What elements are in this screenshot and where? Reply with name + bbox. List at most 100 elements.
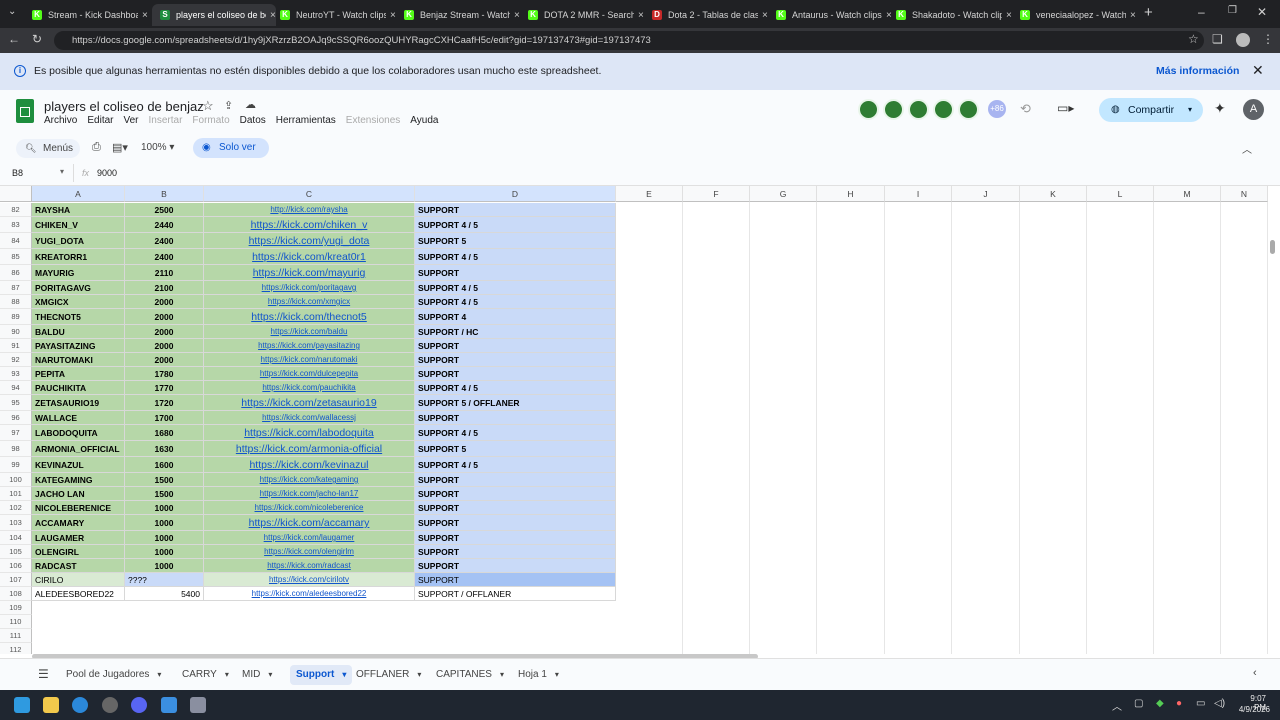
row-header[interactable]: 88 [0,295,32,309]
kick-link-cell[interactable]: https://kick.com/narutomaki [204,353,415,367]
mmr-cell[interactable]: 2000 [125,353,204,367]
vertical-scrollbar[interactable] [1270,240,1275,254]
sheet-tab-dropdown-icon[interactable]: ▾ [342,670,346,679]
back-icon[interactable]: ← [8,32,20,46]
kick-link-cell[interactable]: https://kick.com/chiken_v [204,217,415,233]
tab-close-icon[interactable]: × [390,10,396,21]
mmr-cell[interactable]: 2400 [125,233,204,249]
kick-link-cell[interactable]: https://kick.com/baldu [204,325,415,339]
row-header[interactable]: 87 [0,281,32,295]
row-header[interactable]: 90 [0,325,32,339]
clock-date[interactable]: 4/9/2026 [1230,705,1270,714]
column-header-m[interactable]: M [1154,186,1221,202]
kick-link-cell[interactable]: https://kick.com/pauchikita [204,381,415,395]
player-name-cell[interactable]: KATEGAMING [32,473,125,487]
menu-editar[interactable]: Editar [87,115,113,126]
mmr-cell[interactable]: 1700 [125,411,204,425]
tab-close-icon[interactable]: × [1130,10,1136,21]
mmr-cell[interactable]: 1500 [125,473,204,487]
kick-link-cell[interactable]: https://kick.com/nicoleberenice [204,501,415,515]
minimize-icon[interactable]: – [1198,5,1205,19]
doc-title[interactable]: players el coliseo de benjaz [44,99,204,114]
sheet-tab-carry[interactable]: CARRY ▾ [182,665,229,685]
kick-link-cell[interactable]: https://kick.com/wallacessj [204,411,415,425]
column-header-k[interactable]: K [1020,186,1087,202]
row-header[interactable]: 109 [0,601,32,615]
collapse-toolbar-icon[interactable]: ︿ [1242,141,1252,156]
role-cell[interactable]: SUPPORT [415,353,616,367]
sheet-tab-dropdown-icon[interactable]: ▾ [555,670,559,679]
print-icon[interactable]: ⎙ [92,141,101,154]
kick-link-cell[interactable]: https://kick.com/accamary [204,515,415,531]
player-name-cell[interactable]: PORITAGAVG [32,281,125,295]
role-cell[interactable]: SUPPORT [415,573,616,587]
column-header-n[interactable]: N [1221,186,1268,202]
tab-close-icon[interactable]: × [1006,10,1012,21]
meet-icon[interactable]: ▭▸ [1057,101,1074,115]
player-name-cell[interactable]: MAYURIG [32,265,125,281]
row-header[interactable]: 99 [0,457,32,473]
network-icon[interactable]: ▭ [1196,698,1205,709]
player-name-cell[interactable]: ALEDEESBORED22 [32,587,125,601]
role-cell[interactable]: SUPPORT [415,339,616,353]
zoom-select[interactable]: 100% ▾ [141,142,174,153]
player-name-cell[interactable]: OLENGIRL [32,545,125,559]
mmr-cell[interactable]: 1780 [125,367,204,381]
view-only-button[interactable]: ◉ Solo ver [193,138,269,158]
player-name-cell[interactable]: KEVINAZUL [32,457,125,473]
player-name-cell[interactable]: CIRILO [32,573,125,587]
mmr-cell[interactable]: 2100 [125,281,204,295]
row-header[interactable]: 106 [0,559,32,573]
player-name-cell[interactable]: ARMONIA_OFFICIAL [32,441,125,457]
player-name-cell[interactable]: ZETASAURIO19 [32,395,125,411]
maximize-icon[interactable]: ❐ [1228,5,1237,16]
new-tab-icon[interactable]: + [1144,4,1153,21]
role-cell[interactable]: SUPPORT 4 / 5 [415,425,616,441]
kick-link-cell[interactable]: https://kick.com/labodoquita [204,425,415,441]
menus-search[interactable]: 🔍︎ Menús [16,139,80,158]
formula-input[interactable]: 9000 [97,168,117,178]
mmr-cell[interactable]: 2440 [125,217,204,233]
mmr-cell[interactable]: 2400 [125,249,204,265]
cloud-status-icon[interactable]: ☁ [245,98,256,111]
browser-tab[interactable]: K Antaurus - Watch clips c × [768,4,892,26]
player-name-cell[interactable]: LAUGAMER [32,531,125,545]
column-header-d[interactable]: D [415,186,616,202]
collaborator-avatar[interactable] [933,99,954,120]
browser-tab[interactable]: K NeutroYT - Watch clips × [272,4,396,26]
player-name-cell[interactable]: RAYSHA [32,203,125,217]
role-cell[interactable]: SUPPORT [415,559,616,573]
kick-link-cell[interactable]: https://kick.com/zetasaurio19 [204,395,415,411]
discord-icon[interactable] [131,697,147,713]
row-header[interactable]: 95 [0,395,32,411]
row-header[interactable]: 107 [0,573,32,587]
player-name-cell[interactable]: LABODOQUITA [32,425,125,441]
mmr-cell[interactable]: 1680 [125,425,204,441]
row-header[interactable]: 97 [0,425,32,441]
chrome-icon[interactable] [102,697,118,713]
role-cell[interactable]: SUPPORT [415,265,616,281]
collaborator-avatar[interactable] [908,99,929,120]
windows-start-icon[interactable] [14,697,30,713]
role-cell[interactable]: SUPPORT 4 / 5 [415,457,616,473]
player-name-cell[interactable]: PAYASITAZING [32,339,125,353]
kick-link-cell[interactable]: https://kick.com/kategaming [204,473,415,487]
mmr-cell[interactable]: 1770 [125,381,204,395]
row-header[interactable]: 85 [0,249,32,265]
menu-ayuda[interactable]: Ayuda [410,115,438,126]
player-name-cell[interactable]: ACCAMARY [32,515,125,531]
sheet-tab-hoja-1[interactable]: Hoja 1 ▾ [518,665,559,685]
role-cell[interactable]: SUPPORT [415,487,616,501]
player-name-cell[interactable]: BALDU [32,325,125,339]
mmr-cell[interactable]: 5400 [125,587,204,601]
kick-link-cell[interactable]: https://kick.com/aledeesbored22 [204,587,415,601]
calculator-icon[interactable] [190,697,206,713]
player-name-cell[interactable]: RADCAST [32,559,125,573]
tab-close-icon[interactable]: × [762,10,768,21]
player-name-cell[interactable]: NARUTOMAKI [32,353,125,367]
browser-tab[interactable]: D Dota 2 - Tablas de clasif × [644,4,768,26]
browser-tab[interactable]: K Stream - Kick Dashboar × [24,4,148,26]
row-header[interactable]: 86 [0,265,32,281]
row-header[interactable]: 112 [0,643,32,654]
kick-link-cell[interactable]: https://kick.com/kevinazul [204,457,415,473]
